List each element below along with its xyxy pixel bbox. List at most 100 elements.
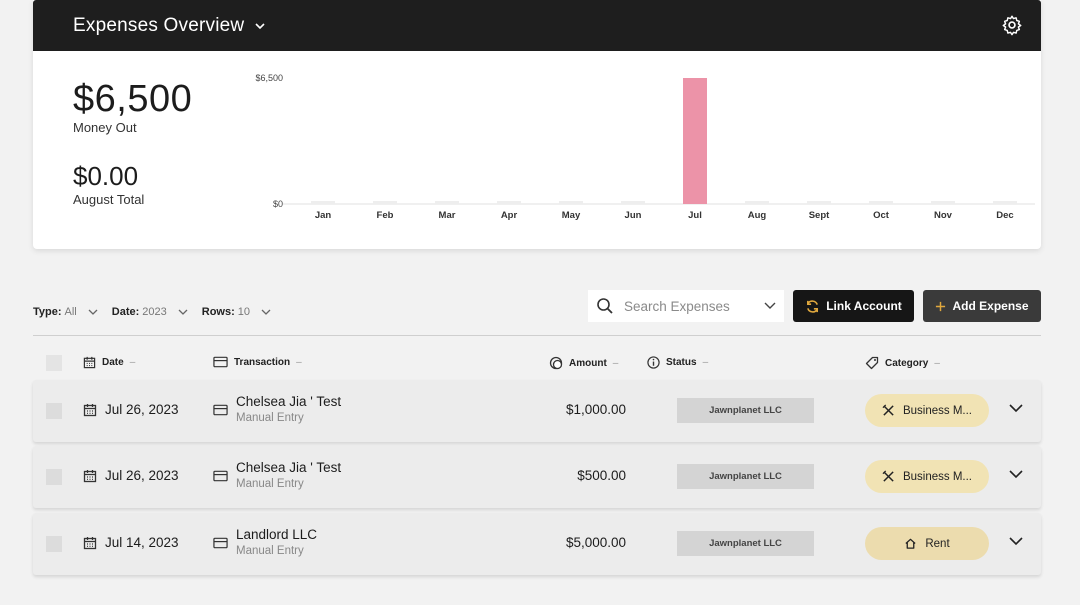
chart-bar — [931, 201, 955, 204]
y-tick-label: $6,500 — [255, 73, 283, 83]
money-out-label: Money Out — [73, 120, 137, 135]
row-transaction: Landlord LLC Manual Entry — [236, 527, 317, 557]
chart-bar — [497, 201, 521, 204]
transaction-name: Chelsea Jia ' Test — [236, 460, 342, 475]
money-out-kpi: $6,500 Money Out — [73, 79, 192, 135]
info-icon — [647, 356, 660, 369]
x-tick-label: Aug — [748, 210, 767, 221]
transaction-source: Manual Entry — [236, 412, 304, 424]
transaction-name: Landlord LLC — [236, 527, 318, 542]
chart-bar — [683, 78, 707, 204]
x-tick-label: May — [562, 210, 581, 221]
calendar-icon — [83, 536, 97, 549]
column-status[interactable]: Status – — [647, 356, 708, 369]
chart-bar — [993, 201, 1017, 204]
table-row[interactable]: Jul 26, 2023 Chelsea Jia ' Test Manual E… — [33, 380, 1041, 442]
column-transaction[interactable]: Transaction – — [213, 356, 302, 368]
credit-card-icon — [213, 404, 228, 416]
chevron-down-icon[interactable] — [764, 302, 776, 310]
chevron-down-icon[interactable] — [1009, 537, 1023, 546]
y-tick-label: $0 — [273, 199, 283, 209]
chart-bar — [621, 201, 645, 204]
sort-indicator: – — [612, 357, 619, 369]
category-badge[interactable]: Business M... — [865, 460, 989, 493]
month-total-label: August Total — [73, 192, 145, 207]
credit-card-icon — [213, 537, 228, 549]
divider — [33, 335, 1041, 336]
overview-card: Expenses Overview $6,500 Money Out $0.00… — [33, 0, 1041, 249]
row-transaction: Chelsea Jia ' Test Manual Entry — [236, 394, 341, 424]
row-amount: $5,000.00 — [565, 535, 626, 550]
column-amount-label: Amount — [569, 357, 607, 369]
chevron-down-icon[interactable] — [1009, 470, 1023, 479]
chart-bar — [559, 201, 583, 204]
chart-bar — [745, 201, 769, 204]
chevron-down-icon[interactable] — [254, 20, 266, 32]
chart-bar — [311, 201, 335, 204]
table-row[interactable]: Jul 26, 2023 Chelsea Jia ' Test Manual E… — [33, 446, 1041, 508]
chevron-down-icon — [261, 309, 271, 315]
rows-filter[interactable]: Rows: 10 — [202, 306, 271, 318]
month-total-kpi: $0.00 August Total — [73, 161, 144, 207]
calendar-icon — [83, 356, 96, 369]
chart-bar — [435, 201, 459, 204]
column-amount[interactable]: Amount – — [549, 356, 618, 370]
x-tick-label: Jan — [315, 210, 332, 221]
sort-indicator: – — [129, 357, 136, 368]
page-title[interactable]: Expenses Overview — [73, 15, 244, 37]
row-amount: $500.00 — [577, 468, 626, 483]
category-badge[interactable]: Rent — [865, 527, 989, 560]
calendar-icon — [83, 403, 97, 416]
column-date[interactable]: Date – — [83, 356, 135, 369]
row-checkbox[interactable] — [46, 403, 62, 419]
select-all-checkbox[interactable] — [46, 355, 62, 371]
row-amount: $1,000.00 — [565, 402, 626, 417]
utensils-icon — [882, 404, 894, 416]
x-tick-label: Apr — [501, 210, 518, 221]
row-date-text: Jul 14, 2023 — [105, 535, 179, 550]
type-filter-value: All — [64, 306, 77, 318]
x-tick-label: Sept — [809, 210, 830, 221]
category-badge[interactable]: Business M... — [865, 394, 989, 427]
chevron-down-icon[interactable] — [1009, 404, 1023, 413]
x-tick-label: Mar — [439, 210, 456, 221]
category-label: Rent — [925, 537, 950, 550]
chevron-down-icon — [178, 309, 188, 315]
row-date-text: Jul 26, 2023 — [105, 468, 179, 483]
row-date: Jul 26, 2023 — [83, 402, 179, 417]
house-icon — [905, 538, 916, 549]
row-checkbox[interactable] — [46, 536, 62, 552]
x-tick-label: Jun — [625, 210, 642, 221]
monthly-expenses-chart: $0 $6,500 Jan Feb Mar Apr May Jun Jul Aug Sept Oct N… — [255, 73, 1035, 221]
date-filter-value: 2023 — [142, 306, 167, 318]
search-placeholder: Search Expenses — [624, 298, 730, 314]
add-expense-button[interactable]: Add Expense — [923, 290, 1041, 322]
sort-indicator: – — [702, 357, 709, 368]
chart-bar — [807, 201, 831, 204]
status-badge: Jawnplanet LLC — [677, 398, 814, 423]
add-expense-label: Add Expense — [952, 299, 1029, 313]
status-badge: Jawnplanet LLC — [677, 464, 814, 489]
row-date: Jul 26, 2023 — [83, 468, 179, 483]
date-filter[interactable]: Date: 2023 — [112, 306, 188, 318]
column-status-label: Status — [666, 357, 697, 368]
type-filter[interactable]: Type: All — [33, 306, 98, 318]
column-date-label: Date — [102, 357, 124, 368]
search-input[interactable]: Search Expenses — [588, 290, 784, 322]
utensils-icon — [882, 470, 894, 482]
row-transaction: Chelsea Jia ' Test Manual Entry — [236, 460, 341, 490]
link-account-button[interactable]: Link Account — [793, 290, 914, 322]
type-filter-label: Type: — [33, 306, 62, 318]
gear-icon[interactable] — [1001, 14, 1023, 36]
rows-filter-label: Rows: — [201, 306, 235, 318]
row-checkbox[interactable] — [46, 469, 62, 485]
chart-bar — [869, 201, 893, 204]
table-row[interactable]: Jul 14, 2023 Landlord LLC Manual Entry $… — [33, 513, 1041, 575]
month-total-value: $0.00 — [73, 161, 139, 191]
x-tick-label: Feb — [377, 210, 394, 221]
table-header: Date – Transaction – Amount – Status – C… — [33, 352, 1041, 374]
column-category[interactable]: Category – — [865, 356, 940, 370]
coins-icon — [549, 356, 563, 370]
money-out-value: $6,500 — [73, 78, 193, 120]
rows-filter-value: 10 — [237, 306, 251, 318]
